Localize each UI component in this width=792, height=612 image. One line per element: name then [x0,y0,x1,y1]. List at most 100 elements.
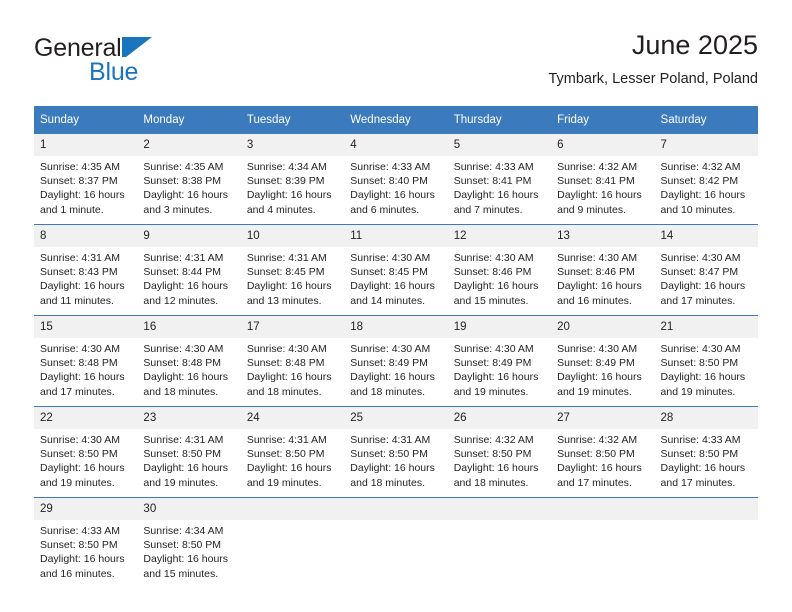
calendar-day-cell[interactable]: 28 Sunrise: 4:33 AM Sunset: 8:50 PM Dayligh… [654,406,758,498]
calendar-day-cell-empty [551,497,655,588]
daylight-text-line1: Daylight: 16 hours [246,280,332,293]
sunset-text: Sunset: 8:41 PM [453,175,532,188]
brand-logo[interactable]: General Blue [34,34,264,96]
daylight-text-line1: Daylight: 16 hours [40,462,125,475]
calendar-day-cell[interactable]: 14 Sunrise: 4:30 AM Sunset: 8:47 PM Dayligh… [654,224,758,316]
calendar-day-cell[interactable]: 29 Sunrise: 4:33 AM Sunset: 8:50 PM Dayligh… [34,497,138,588]
day-details: Sunrise: 4:32 AM Sunset: 8:50 PM Daylight:… [551,429,654,490]
calendar-day-cell[interactable]: 20 Sunrise: 4:30 AM Sunset: 8:49 PM Dayligh… [551,315,655,407]
brand-name-blue: Blue [89,58,139,86]
calendar-day-cell[interactable]: 2 Sunrise: 4:35 AM Sunset: 8:38 PM Daylight… [137,134,241,225]
calendar-day-cell-empty [240,497,345,588]
day-details: Sunrise: 4:30 AM Sunset: 8:50 PM Daylight:… [655,338,758,399]
calendar-day-cell[interactable]: 7 Sunrise: 4:32 AM Sunset: 8:42 PM Daylight… [654,134,758,225]
sunset-text: Sunset: 8:48 PM [246,357,325,370]
weekday-header-monday: Monday [137,106,241,134]
sunset-text: Sunset: 8:46 PM [453,266,532,279]
sunset-text: Sunset: 8:42 PM [660,175,739,188]
calendar-day-cell[interactable]: 5 Sunrise: 4:33 AM Sunset: 8:41 PM Daylight… [447,134,552,225]
sunset-text: Sunset: 8:49 PM [350,357,428,370]
daylight-text-line1: Daylight: 16 hours [350,189,435,202]
sunrise-text: Sunrise: 4:31 AM [350,434,431,446]
day-number: 22 [34,407,138,429]
day-number: 12 [447,225,552,247]
calendar-day-cell[interactable]: 17 Sunrise: 4:30 AM Sunset: 8:48 PM Dayligh… [240,315,345,407]
sunrise-text: Sunrise: 4:31 AM [246,434,327,446]
calendar-day-cell[interactable]: 21 Sunrise: 4:30 AM Sunset: 8:50 PM Dayligh… [654,315,758,407]
calendar-day-cell[interactable]: 30 Sunrise: 4:34 AM Sunset: 8:50 PM Dayligh… [137,497,241,588]
weekday-header-thursday: Thursday [447,106,552,134]
calendar-body: 1 Sunrise: 4:35 AM Sunset: 8:37 PM Daylight… [34,134,758,588]
page-header: General Blue June 2025 Tymbark, Lesser P… [34,28,758,98]
daylight-text-line2: and 17 minutes. [660,294,736,307]
daylight-text-line1: Daylight: 16 hours [143,280,229,293]
calendar-day-cell-empty [447,497,552,588]
calendar-day-cell[interactable]: 6 Sunrise: 4:32 AM Sunset: 8:41 PM Daylight… [551,134,655,225]
daylight-text-line2: and 9 minutes. [557,203,626,216]
calendar-day-cell[interactable]: 25 Sunrise: 4:31 AM Sunset: 8:50 PM Dayligh… [344,406,448,498]
sunrise-text: Sunrise: 4:31 AM [246,252,327,264]
day-details: Sunrise: 4:31 AM Sunset: 8:50 PM Daylight:… [137,429,240,490]
day-details: Sunrise: 4:33 AM Sunset: 8:40 PM Daylight:… [344,156,447,217]
day-number: 16 [137,316,241,338]
calendar-day-cell[interactable]: 1 Sunrise: 4:35 AM Sunset: 8:37 PM Daylight… [34,134,138,225]
day-details: Sunrise: 4:32 AM Sunset: 8:42 PM Daylight:… [655,156,758,217]
calendar-day-cell[interactable]: 15 Sunrise: 4:30 AM Sunset: 8:48 PM Dayligh… [34,315,138,407]
calendar-day-cell[interactable]: 27 Sunrise: 4:32 AM Sunset: 8:50 PM Dayligh… [551,406,655,498]
daylight-text-line2: and 3 minutes. [143,203,213,216]
day-number: 25 [344,407,448,429]
calendar-day-cell[interactable]: 4 Sunrise: 4:33 AM Sunset: 8:40 PM Daylight… [344,134,448,225]
day-number: 14 [654,225,758,247]
daylight-text-line2: and 10 minutes. [660,203,736,216]
sunrise-text: Sunrise: 4:33 AM [350,161,431,173]
calendar-day-cell[interactable]: 13 Sunrise: 4:30 AM Sunset: 8:46 PM Dayligh… [551,224,655,316]
day-number: 10 [240,225,345,247]
sunrise-text: Sunrise: 4:31 AM [143,434,224,446]
calendar-day-cell[interactable]: 10 Sunrise: 4:31 AM Sunset: 8:45 PM Dayligh… [240,224,345,316]
daylight-text-line1: Daylight: 16 hours [453,280,539,293]
calendar-day-cell[interactable]: 11 Sunrise: 4:30 AM Sunset: 8:45 PM Dayligh… [344,224,448,316]
calendar-day-cell[interactable]: 12 Sunrise: 4:30 AM Sunset: 8:46 PM Dayligh… [447,224,552,316]
sunrise-text: Sunrise: 4:32 AM [557,161,638,173]
calendar-day-cell[interactable]: 22 Sunrise: 4:30 AM Sunset: 8:50 PM Dayligh… [34,406,138,498]
day-details: Sunrise: 4:30 AM Sunset: 8:48 PM Daylight:… [241,338,344,399]
sunset-text: Sunset: 8:50 PM [40,448,118,461]
day-number: 18 [344,316,448,338]
day-details: Sunrise: 4:32 AM Sunset: 8:50 PM Daylight:… [448,429,551,490]
weekday-header-saturday: Saturday [654,106,758,134]
day-details: Sunrise: 4:30 AM Sunset: 8:49 PM Daylight:… [551,338,654,399]
calendar-day-cell[interactable]: 8 Sunrise: 4:31 AM Sunset: 8:43 PM Daylight… [34,224,138,316]
calendar-day-cell[interactable]: 9 Sunrise: 4:31 AM Sunset: 8:44 PM Daylight… [137,224,241,316]
sunset-text: Sunset: 8:40 PM [350,175,428,188]
sunset-text: Sunset: 8:50 PM [453,448,532,461]
daylight-text-line2: and 7 minutes. [453,203,523,216]
sunrise-text: Sunrise: 4:30 AM [453,252,534,264]
daylight-text-line1: Daylight: 16 hours [40,553,125,566]
daylight-text-line2: and 19 minutes. [557,385,632,398]
daylight-text-line2: and 18 minutes. [143,385,219,398]
sunset-text: Sunset: 8:50 PM [246,448,325,461]
sunrise-text: Sunrise: 4:33 AM [660,434,741,446]
calendar-day-cell[interactable]: 23 Sunrise: 4:31 AM Sunset: 8:50 PM Dayligh… [137,406,241,498]
calendar-day-cell[interactable]: 3 Sunrise: 4:34 AM Sunset: 8:39 PM Daylight… [240,134,345,225]
sunset-text: Sunset: 8:50 PM [40,539,118,552]
day-number: 23 [137,407,241,429]
day-number: 19 [447,316,552,338]
calendar-week-row: 1 Sunrise: 4:35 AM Sunset: 8:37 PM Daylight… [34,134,758,225]
sunrise-text: Sunrise: 4:34 AM [246,161,327,173]
calendar-day-cell[interactable]: 18 Sunrise: 4:30 AM Sunset: 8:49 PM Dayligh… [344,315,448,407]
daylight-text-line1: Daylight: 16 hours [143,371,229,384]
day-number: 29 [34,498,138,520]
calendar-day-cell[interactable]: 16 Sunrise: 4:30 AM Sunset: 8:48 PM Dayligh… [137,315,241,407]
day-details: Sunrise: 4:30 AM Sunset: 8:48 PM Daylight:… [137,338,240,399]
daylight-text-line2: and 17 minutes. [557,476,632,489]
calendar-day-cell[interactable]: 26 Sunrise: 4:32 AM Sunset: 8:50 PM Dayligh… [447,406,552,498]
daylight-text-line1: Daylight: 16 hours [246,189,332,202]
day-number: 26 [447,407,552,429]
daylight-text-line2: and 11 minutes. [40,294,114,307]
sunrise-text: Sunrise: 4:35 AM [40,161,120,173]
calendar-day-cell[interactable]: 24 Sunrise: 4:31 AM Sunset: 8:50 PM Dayligh… [240,406,345,498]
day-number: 15 [34,316,138,338]
calendar-day-cell[interactable]: 19 Sunrise: 4:30 AM Sunset: 8:49 PM Dayligh… [447,315,552,407]
weekday-header-tuesday: Tuesday [240,106,345,134]
